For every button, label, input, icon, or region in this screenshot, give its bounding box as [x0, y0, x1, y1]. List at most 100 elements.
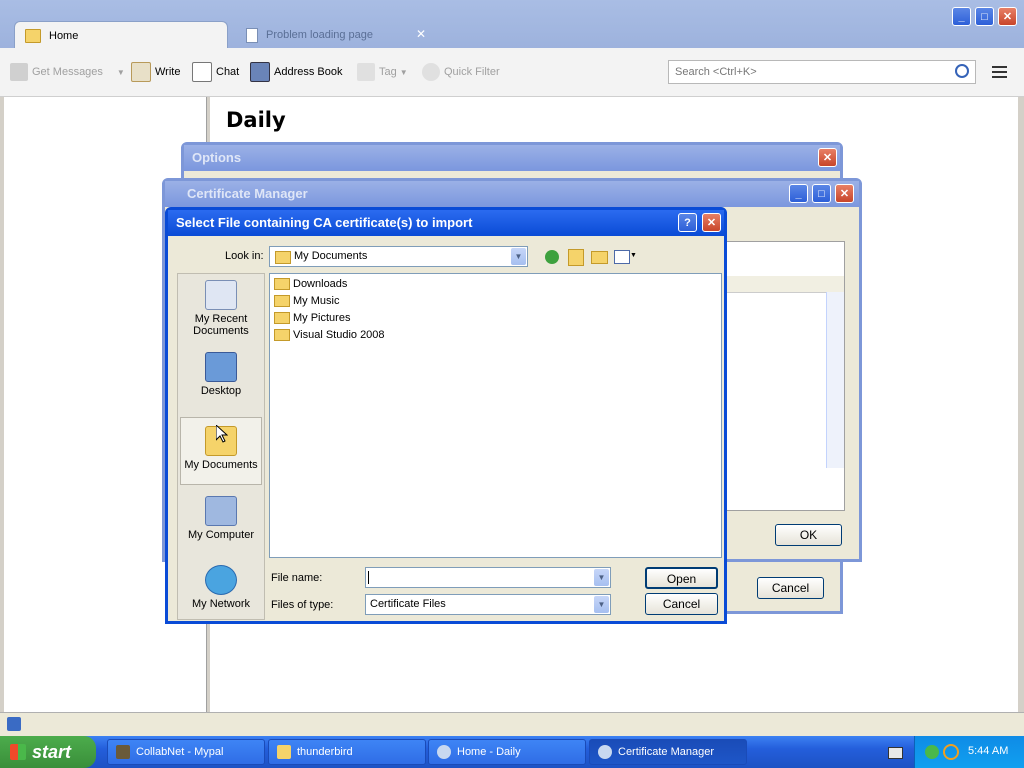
- thunderbird-tab-bar: Home Problem loading page ✕ _ □ ✕: [0, 0, 1024, 49]
- quick-filter-label: Quick Filter: [444, 66, 500, 78]
- files-of-type-select[interactable]: Certificate Files ▼: [365, 594, 611, 615]
- list-scrollbar[interactable]: [826, 292, 844, 468]
- cert-minimize-button[interactable]: _: [789, 184, 808, 203]
- quick-filter-button[interactable]: Quick Filter: [422, 62, 500, 82]
- folder-icon: [277, 745, 291, 759]
- file-dialog-title: Select File containing CA certificate(s)…: [168, 210, 724, 236]
- folder-icon: [274, 329, 290, 341]
- chevron-down-icon[interactable]: ▼: [594, 596, 609, 613]
- globe-icon: [205, 565, 237, 595]
- file-name-input[interactable]: ▼: [365, 567, 611, 588]
- close-button[interactable]: ✕: [998, 7, 1017, 26]
- desktop-icon: [205, 352, 237, 382]
- address-book-button[interactable]: Address Book: [250, 62, 342, 82]
- maximize-button[interactable]: □: [975, 7, 994, 26]
- chevron-down-icon[interactable]: ▼: [117, 68, 125, 77]
- folder-icon: [274, 278, 290, 290]
- tab-problem-loading[interactable]: Problem loading page ✕: [236, 21, 434, 49]
- get-messages-button[interactable]: Get Messages ▼: [10, 62, 125, 82]
- task-label: CollabNet - Mypal: [136, 746, 224, 758]
- online-status-icon[interactable]: [7, 717, 21, 731]
- network-icon[interactable]: [925, 745, 939, 759]
- chat-label: Chat: [216, 66, 240, 78]
- main-toolbar: Get Messages ▼ Write Chat Address Book T…: [0, 48, 1024, 97]
- certificate-list[interactable]: [725, 241, 845, 511]
- start-button[interactable]: start: [0, 736, 96, 768]
- options-close-button[interactable]: ✕: [818, 148, 837, 167]
- cert-ok-button[interactable]: OK: [775, 524, 842, 546]
- options-cancel-button[interactable]: Cancel: [757, 577, 824, 599]
- search-icon[interactable]: [955, 64, 969, 78]
- file-name: My Pictures: [293, 312, 351, 324]
- place-label: Desktop: [200, 385, 242, 397]
- tab-close-icon[interactable]: ✕: [416, 27, 426, 41]
- windows-logo-icon: [10, 744, 26, 760]
- task-collabnet-mypal[interactable]: CollabNet - Mypal: [107, 739, 265, 765]
- task-certificate-manager[interactable]: Certificate Manager: [589, 739, 747, 765]
- dialog-close-button[interactable]: ✕: [702, 213, 721, 232]
- up-folder-icon[interactable]: [568, 249, 584, 266]
- address-book-label: Address Book: [274, 66, 343, 78]
- list-item[interactable]: Downloads: [274, 276, 347, 292]
- files-of-type-value: Certificate Files: [370, 598, 446, 610]
- look-in-combo[interactable]: My Documents ▼: [269, 246, 528, 267]
- text-cursor: [368, 571, 369, 584]
- search-input[interactable]: Search <Ctrl+K>: [668, 60, 976, 84]
- folder-icon: [25, 28, 41, 43]
- hamburger-menu-icon[interactable]: [992, 66, 1007, 81]
- task-thunderbird[interactable]: thunderbird: [268, 739, 426, 765]
- column-header[interactable]: [726, 276, 844, 293]
- view-menu-icon[interactable]: [614, 250, 630, 264]
- list-item[interactable]: Visual Studio 2008: [274, 327, 385, 343]
- clock[interactable]: 5:44 AM: [968, 745, 1008, 757]
- tab-label: Home: [49, 29, 79, 42]
- page-icon: [246, 27, 258, 43]
- file-name: My Music: [293, 295, 340, 307]
- download-icon: [10, 63, 28, 81]
- task-label: thunderbird: [297, 746, 353, 758]
- file-list[interactable]: Downloads My Music My Pictures Visual St…: [269, 273, 722, 558]
- chevron-down-icon[interactable]: ▼: [630, 252, 637, 259]
- place-label: My Network: [191, 598, 251, 610]
- task-label: Home - Daily: [457, 746, 521, 758]
- music-folder-icon: [274, 295, 290, 307]
- list-item[interactable]: My Pictures: [274, 310, 350, 326]
- write-label: Write: [155, 66, 181, 78]
- chevron-down-icon: ▼: [399, 67, 408, 77]
- minimize-button[interactable]: _: [952, 7, 971, 26]
- tag-button[interactable]: Tag ▼: [357, 62, 408, 82]
- place-desktop[interactable]: Desktop: [180, 350, 262, 416]
- file-name: Visual Studio 2008: [293, 329, 385, 341]
- look-in-value: My Documents: [294, 250, 368, 262]
- search-tray-icon[interactable]: [943, 744, 959, 760]
- keyboard-icon[interactable]: [888, 747, 903, 759]
- system-tray: 5:44 AM: [914, 736, 1024, 768]
- thunderbird-icon: [437, 745, 451, 759]
- file-name: Downloads: [293, 278, 348, 290]
- cert-maximize-button[interactable]: □: [812, 184, 831, 203]
- tab-home[interactable]: Home: [14, 21, 228, 49]
- list-item[interactable]: My Music: [274, 293, 339, 309]
- new-folder-icon[interactable]: [591, 251, 608, 264]
- chat-button[interactable]: Chat: [192, 62, 239, 82]
- task-home-daily[interactable]: Home - Daily: [428, 739, 586, 765]
- write-button[interactable]: Write: [131, 62, 180, 82]
- open-button[interactable]: Open: [645, 567, 718, 589]
- look-in-label: Look in:: [225, 250, 264, 262]
- cert-manager-title: Certificate Manager: [165, 181, 859, 207]
- place-my-network[interactable]: My Network: [180, 563, 262, 629]
- place-my-recent-documents[interactable]: My Recent Documents: [180, 278, 262, 344]
- cert-close-button[interactable]: ✕: [835, 184, 854, 203]
- file-name-label: File name:: [271, 572, 323, 584]
- chevron-down-icon[interactable]: ▼: [594, 569, 609, 586]
- files-of-type-label: Files of type:: [271, 599, 334, 611]
- back-icon[interactable]: [545, 250, 559, 264]
- chevron-down-icon[interactable]: ▼: [511, 248, 526, 265]
- tab-label: Problem loading page: [266, 29, 374, 41]
- tag-icon: [357, 63, 375, 81]
- mouse-pointer-icon: [216, 425, 228, 443]
- cancel-button[interactable]: Cancel: [645, 593, 718, 615]
- mypal-icon: [116, 745, 130, 759]
- help-button[interactable]: ?: [678, 213, 697, 232]
- place-my-computer[interactable]: My Computer: [180, 494, 262, 560]
